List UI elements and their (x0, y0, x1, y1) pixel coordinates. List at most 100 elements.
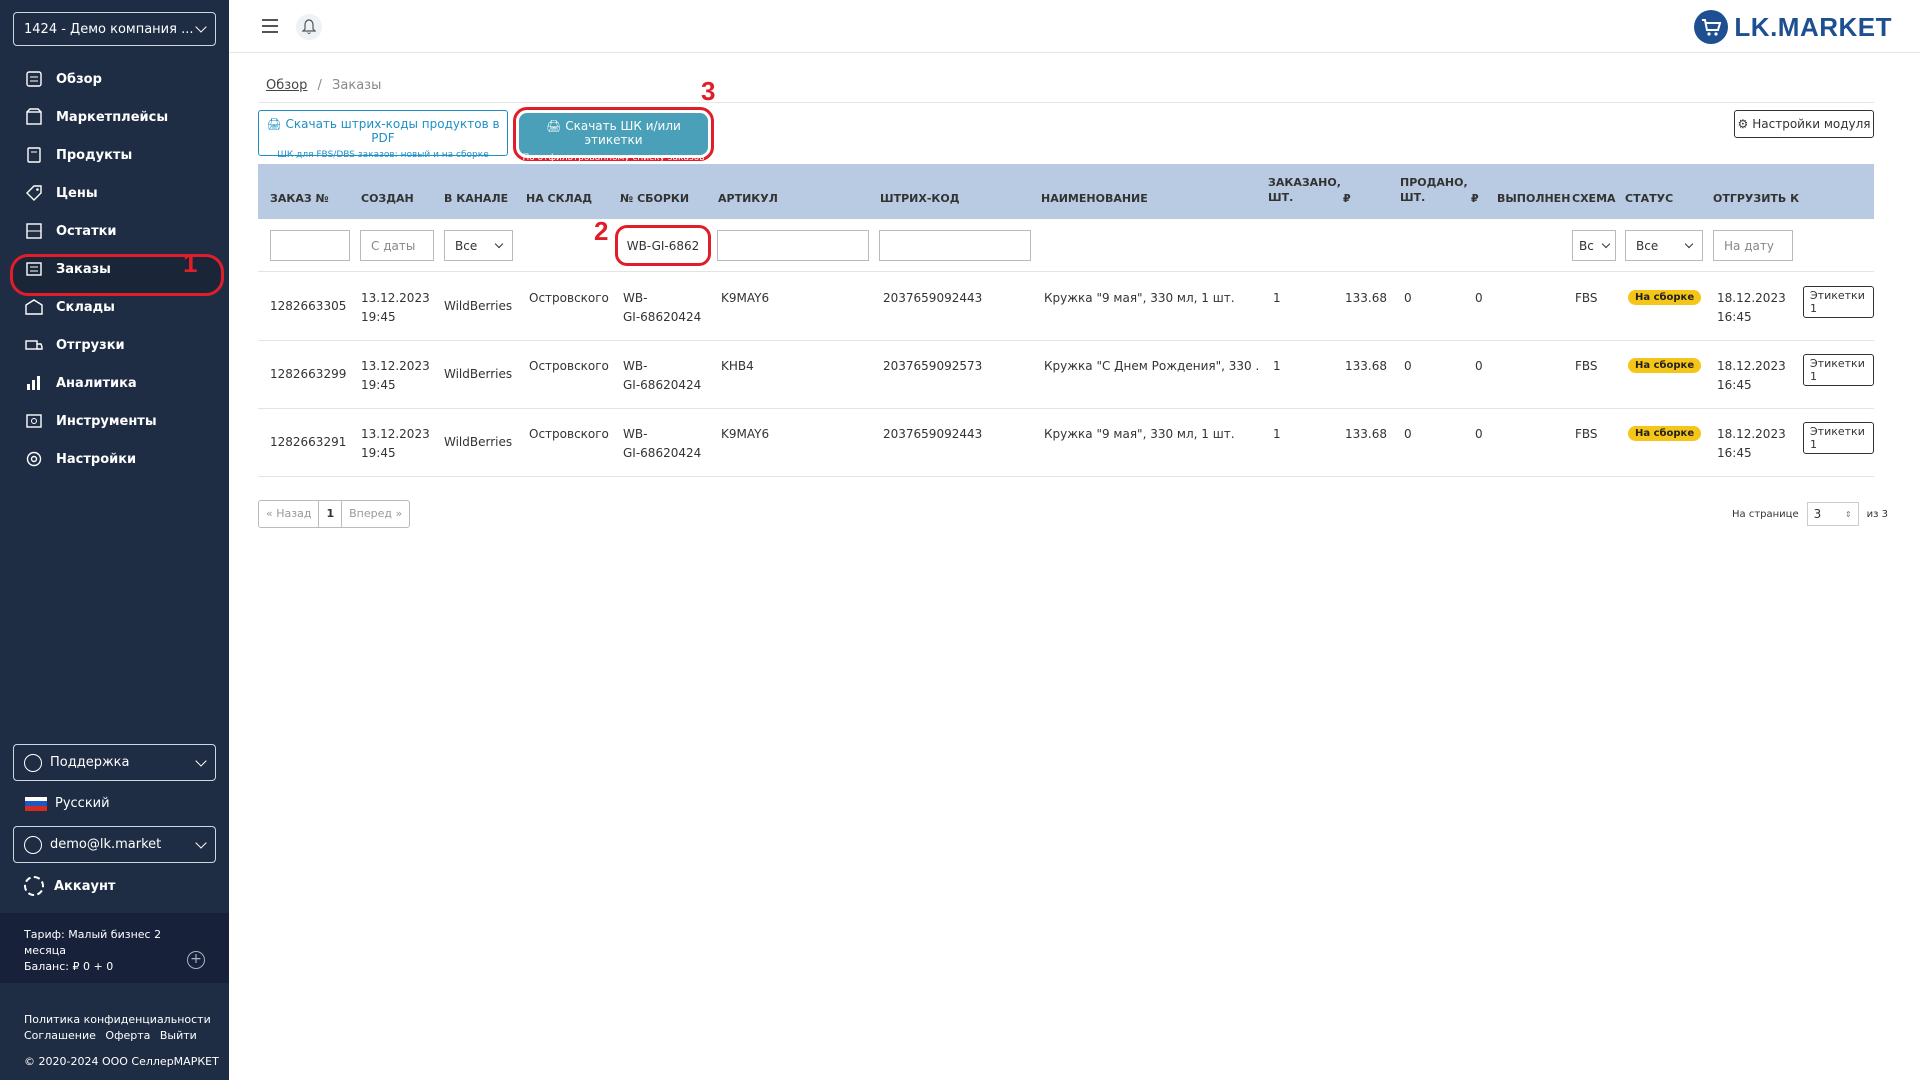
topbar: LK.MARKET (229, 0, 1920, 53)
assembly-filter-input[interactable]: WB-GI-6862 (615, 225, 711, 266)
labels-button[interactable]: Этикетки 1 (1803, 354, 1874, 386)
sold-price: 0 (1475, 291, 1483, 305)
col-sold-price[interactable]: ₽ (1471, 191, 1479, 206)
offer-link[interactable]: Оферта (105, 1029, 150, 1042)
per-page: На странице 3 ⇕ из 3 (1732, 502, 1888, 526)
page-1-button[interactable]: 1 (319, 501, 343, 527)
labels-button[interactable]: Этикетки 1 (1803, 286, 1874, 318)
sidebar-item-stock[interactable]: Остатки (0, 212, 229, 250)
table-row[interactable]: 1282663305 13.12.2023 19:45 WildBerries О… (258, 273, 1874, 341)
col-article[interactable]: АРТИКУЛ (718, 191, 778, 206)
barcode: 2037659092443 (883, 427, 983, 441)
agreement-link[interactable]: Соглашение (24, 1029, 96, 1042)
assembly-prefix: WB- (623, 359, 648, 373)
ship-date-filter-input[interactable]: На дату (1713, 230, 1793, 261)
sidebar-item-analytics[interactable]: Аналитика (0, 364, 229, 402)
prices-icon (24, 183, 44, 203)
created-date: 13.12.2023 19:45 (361, 289, 430, 327)
balance: Баланс: ₽ 0 + 0 (24, 960, 114, 973)
col-price[interactable]: ₽ (1343, 191, 1351, 206)
sidebar-item-marketplaces[interactable]: Маркетплейсы (0, 98, 229, 136)
logout-link[interactable]: Выйти (160, 1029, 197, 1042)
col-created[interactable]: СОЗДАН (361, 191, 414, 206)
channel-filter-select[interactable]: Все (444, 230, 513, 261)
created-time: 19:45 (361, 446, 396, 460)
breadcrumb-separator: / (317, 78, 322, 93)
per-page-input[interactable]: 3 ⇕ (1806, 502, 1859, 526)
col-done[interactable]: ВЫПОЛНЕН (1497, 191, 1570, 206)
table-row[interactable]: 1282663299 13.12.2023 19:45 WildBerries О… (258, 341, 1874, 409)
menu-icon[interactable] (262, 19, 278, 33)
language-switch[interactable]: Русский (25, 796, 110, 811)
tariff-line2: месяца (24, 944, 66, 957)
marketplaces-icon (24, 107, 44, 127)
language-label: Русский (55, 796, 110, 811)
created-time: 19:45 (361, 378, 396, 392)
status-filter-select[interactable]: Все (1625, 230, 1703, 261)
col-warehouse[interactable]: НА СКЛАД (526, 191, 592, 206)
barcode-filter-input[interactable] (879, 230, 1031, 261)
sold-price: 0 (1475, 427, 1483, 441)
sidebar-item-overview[interactable]: Обзор (0, 60, 229, 98)
sidebar-item-prices[interactable]: Цены (0, 174, 229, 212)
order-number: 1282663291 (270, 435, 347, 449)
sidebar-item-tools[interactable]: Инструменты (0, 402, 229, 440)
channel: WildBerries (444, 299, 513, 313)
table-row[interactable]: 1282663291 13.12.2023 19:45 WildBerries О… (258, 409, 1874, 477)
support-select[interactable]: Поддержка (13, 744, 216, 781)
col-sold[interactable]: ПРОДАНО, ШТ. (1400, 175, 1468, 205)
breadcrumb: Обзор / Заказы (266, 78, 381, 93)
sidebar-item-shipments[interactable]: Отгрузки (0, 326, 229, 364)
assembly-id: GI-68620424 (623, 310, 702, 324)
sidebar-item-label: Маркетплейсы (56, 109, 169, 125)
col-barcode[interactable]: ШТРИХ-КОД (880, 191, 960, 206)
col-ship[interactable]: ОТГРУЗИТЬ К (1713, 191, 1799, 206)
breadcrumb-current: Заказы (332, 78, 382, 93)
ship-date: 18.12.2023 16:45 (1717, 357, 1786, 395)
col-ordered-line1: ЗАКАЗАНО, (1268, 176, 1341, 189)
date-filter-input[interactable]: С даты (360, 230, 434, 261)
sidebar-item-products[interactable]: Продукты (0, 136, 229, 174)
ordered-qty: 1 (1273, 427, 1281, 441)
per-page-value: 3 (1813, 507, 1822, 521)
add-balance-icon[interactable]: + (187, 951, 205, 969)
breadcrumb-home[interactable]: Обзор (266, 78, 307, 93)
article-filter-input[interactable] (717, 230, 869, 261)
table-header: ЗАКАЗ № СОЗДАН В КАНАЛЕ НА СКЛАД № СБОРК… (258, 164, 1874, 219)
account-link[interactable]: Аккаунт (24, 876, 115, 896)
order-filter-input[interactable] (270, 230, 350, 261)
module-settings-button[interactable]: ⚙ Настройки модуля (1734, 110, 1874, 138)
created-date: 13.12.2023 19:45 (361, 425, 430, 463)
settings-icon (24, 449, 44, 469)
products-icon (24, 145, 44, 165)
privacy-link[interactable]: Политика конфиденциальности (24, 1013, 211, 1026)
assembly-id: GI-68620424 (623, 446, 702, 460)
logo[interactable]: LK.MARKET (1694, 10, 1892, 44)
company-select[interactable]: 1424 - Демо компания ... (13, 12, 216, 46)
next-page-button[interactable]: Вперед » (342, 501, 409, 527)
download-labels-button[interactable]: 🖨 Скачать ШК и/или этикетки По отфильтро… (519, 113, 708, 163)
user-select[interactable]: demo@lk.market (13, 826, 216, 863)
scheme-filter-select[interactable]: Вс (1572, 230, 1616, 261)
tariff-line1: Тариф: Малый бизнес 2 (24, 928, 162, 941)
labels-button[interactable]: Этикетки 1 (1803, 422, 1874, 454)
col-scheme[interactable]: СХЕМА (1572, 191, 1616, 206)
col-assembly[interactable]: № СБОРКИ (620, 191, 689, 206)
col-ordered[interactable]: ЗАКАЗАНО, ШТ. (1268, 175, 1341, 205)
col-status[interactable]: СТАТУС (1625, 191, 1673, 206)
ordered-qty: 1 (1273, 291, 1281, 305)
assembly-prefix: WB- (623, 427, 648, 441)
stepper-icon[interactable]: ⇕ (1845, 510, 1852, 519)
bell-icon[interactable] (296, 14, 322, 40)
pagination: « Назад 1 Вперед » (258, 500, 411, 528)
assembly-number: WB- GI-68620424 (623, 357, 701, 395)
user-icon (24, 835, 42, 854)
prev-page-button[interactable]: « Назад (259, 501, 320, 527)
download-barcodes-pdf-button[interactable]: 🖨 Скачать штрих-коды продуктов в PDF ШК … (258, 110, 508, 160)
col-order[interactable]: ЗАКАЗ № (270, 191, 329, 206)
price: 133.68 (1345, 427, 1387, 441)
col-name[interactable]: НАИМЕНОВАНИЕ (1041, 191, 1148, 206)
chevron-down-icon (195, 836, 207, 849)
sidebar-item-settings[interactable]: Настройки (0, 440, 229, 478)
col-channel[interactable]: В КАНАЛЕ (444, 191, 508, 206)
